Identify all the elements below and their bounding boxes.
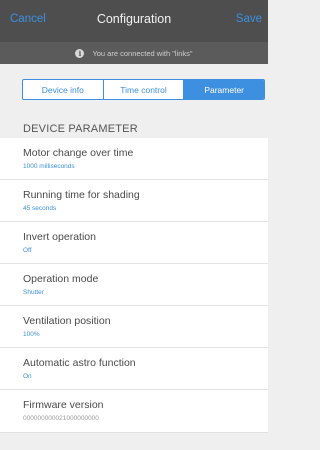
top-bar: Cancel Configuration Save	[0, 0, 268, 42]
param-motor-change-over-time[interactable]: Motor change over time 1000 milliseconds	[0, 138, 268, 180]
tab-device-info[interactable]: Device info	[23, 80, 104, 99]
configuration-screen: Cancel Configuration Save i You are conn…	[0, 0, 268, 450]
connection-status-text: You are connected with "links"	[92, 48, 193, 58]
param-label: Firmware version	[23, 399, 104, 411]
param-automatic-astro-function[interactable]: Automatic astro function On	[0, 348, 268, 390]
tab-time-control[interactable]: Time control	[104, 80, 185, 99]
param-invert-operation[interactable]: Invert operation Off	[0, 222, 268, 264]
param-label: Ventilation position	[23, 315, 111, 327]
section-title: DEVICE PARAMETER	[23, 123, 138, 135]
connection-banner: i You are connected with "links"	[0, 42, 268, 64]
param-label: Motor change over time	[23, 147, 134, 159]
bottom-spacer	[0, 432, 268, 450]
tab-parameter[interactable]: Parameter	[184, 80, 264, 99]
param-label: Operation mode	[23, 273, 99, 285]
param-label: Invert operation	[23, 231, 96, 243]
param-firmware-version: Firmware version 000000000021000000000	[0, 390, 268, 432]
param-label: Running time for shading	[23, 189, 140, 201]
param-value: Shutter	[23, 289, 44, 296]
param-ventilation-position[interactable]: Ventilation position 100%	[0, 306, 268, 348]
param-operation-mode[interactable]: Operation mode Shutter	[0, 264, 268, 306]
param-value: 45 seconds	[23, 205, 57, 212]
page-title: Configuration	[96, 12, 172, 26]
parameter-list: Motor change over time 1000 milliseconds…	[0, 138, 268, 432]
save-button[interactable]: Save	[236, 13, 262, 25]
param-label: Automatic astro function	[23, 357, 136, 369]
param-running-time-for-shading[interactable]: Running time for shading 45 seconds	[0, 180, 268, 222]
param-value: 1000 milliseconds	[23, 163, 75, 170]
param-value: Off	[23, 247, 32, 254]
param-value: 000000000021000000000	[23, 415, 99, 422]
info-icon: i	[75, 48, 85, 58]
tab-bar: Device info Time control Parameter	[22, 79, 265, 100]
param-value: 100%	[23, 331, 40, 338]
param-value: On	[23, 373, 32, 380]
